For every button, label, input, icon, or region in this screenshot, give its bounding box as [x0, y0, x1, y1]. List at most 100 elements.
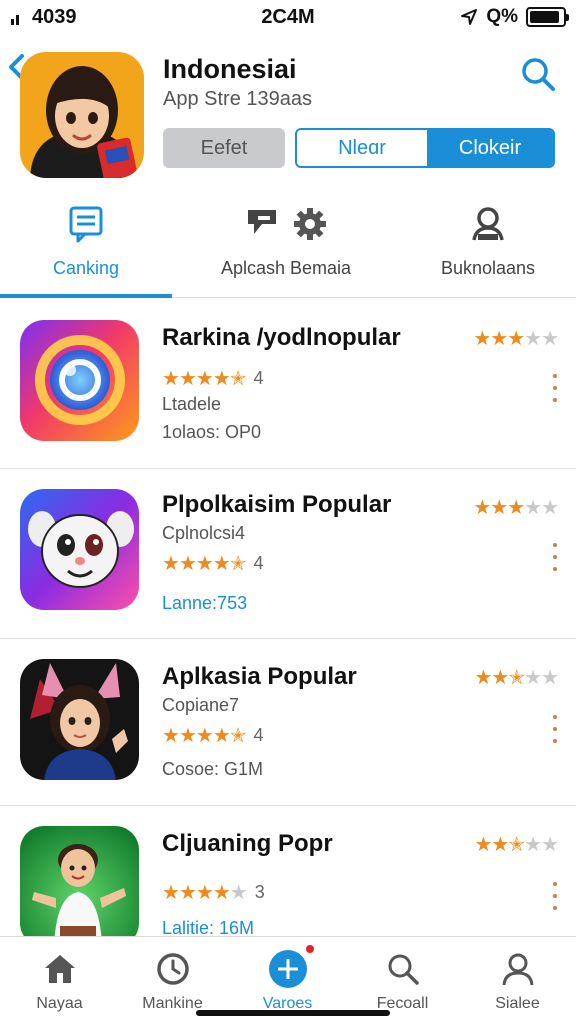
- gray-button[interactable]: Eefet: [163, 128, 285, 168]
- anime-girl-icon: [20, 659, 139, 780]
- clock-icon: [153, 949, 193, 989]
- star-icon: ★: [162, 725, 180, 747]
- nav-label: Sialee: [495, 995, 540, 1012]
- list-item[interactable]: Plpolkaisim Popular ★★★★★ Cplnolcsi4 ★★★…: [0, 469, 576, 639]
- tab-buknolaans[interactable]: Buknolaans: [400, 192, 576, 298]
- star-icon: ★: [473, 497, 491, 519]
- flag-icon: [248, 210, 276, 234]
- plus-icon: [268, 945, 314, 989]
- star-icon: ★: [195, 553, 214, 575]
- star-icon: ★: [524, 328, 542, 350]
- star-icon: ★: [212, 368, 231, 390]
- gear-icon: [294, 208, 326, 240]
- star-icon: ★: [541, 834, 559, 856]
- star-icon: ✭: [229, 725, 247, 747]
- star-icon: ★: [162, 368, 180, 390]
- app-list: Rarkina /yodlnopular ★★★★★ ★★★★✭ 4 Ltade…: [0, 300, 576, 936]
- camera-lens-icon: [20, 320, 139, 441]
- tab-aplikasi[interactable]: Aplcash Bemaia: [186, 192, 386, 298]
- star-rating: ★★★★★: [162, 880, 248, 905]
- battery-icon: [526, 7, 569, 27]
- star-icon: ★: [212, 553, 231, 575]
- search-icon: [383, 949, 423, 989]
- status-left-text: 4039: [32, 6, 77, 28]
- rating: ★★★★✭ 4: [162, 723, 264, 748]
- notification-badge: [305, 945, 314, 953]
- app-category: Copiane7: [162, 695, 240, 715]
- more-icon[interactable]: [550, 543, 560, 571]
- star-icon: ★: [229, 882, 248, 904]
- battery-percent: Q%: [486, 6, 518, 27]
- user-icon: [498, 949, 538, 989]
- list-item[interactable]: Aplkasia Popular ★★✭★★ Copiane7 ★★★★✭ 4 …: [0, 639, 576, 806]
- app-category: Cplnolcsi4: [162, 523, 246, 543]
- star-icon: ★: [195, 725, 214, 747]
- star-icon: ★: [178, 882, 197, 904]
- more-icon[interactable]: [550, 374, 560, 402]
- star-icon: ★: [490, 328, 508, 350]
- star-icon: ★: [474, 667, 492, 689]
- app-icon: [20, 52, 144, 178]
- tab-label: Buknolaans: [440, 258, 536, 278]
- star-icon: ★: [507, 328, 525, 350]
- more-icon[interactable]: [550, 715, 560, 743]
- app-meta: Lalitie: 16M: [162, 918, 255, 936]
- top-stars: ★★✭★★: [474, 665, 559, 690]
- star-icon: ✭: [229, 553, 247, 575]
- star-icon: ★: [162, 553, 180, 575]
- list-item[interactable]: Cljuaning Popr ★★✭★★ ★★★★★ 3 Lalitie: 16…: [0, 806, 576, 936]
- star-icon: ★: [178, 368, 197, 390]
- user-icon: [468, 204, 508, 244]
- tab-label: Canking: [52, 258, 120, 278]
- star-icon: ★: [195, 368, 214, 390]
- app-name: Plpolkaisim Popular: [162, 491, 392, 518]
- tab-ranking[interactable]: Canking: [0, 192, 172, 298]
- star-icon: ★: [178, 553, 197, 575]
- search-button[interactable]: [518, 54, 558, 94]
- avatar-girl-icon: [20, 52, 144, 178]
- star-icon: ★: [490, 497, 508, 519]
- app-name: Aplkasia Popular: [162, 663, 357, 690]
- rating-value: 4: [253, 368, 264, 388]
- cartoon-cat-icon: [20, 489, 139, 610]
- star-icon: ★: [507, 497, 525, 519]
- app-header: Indonesiai App Stre 139aas Eefet Nleɑr C…: [0, 40, 576, 190]
- battery-level: [530, 11, 559, 23]
- top-stars: ★★✭★★: [474, 832, 559, 857]
- star-icon: ★: [474, 834, 492, 856]
- app-meta: 1olaos: OP0: [162, 422, 262, 442]
- top-stars: ★★★★★: [473, 326, 559, 351]
- nav-label: Nayaa: [36, 995, 83, 1012]
- tab-aplikasi-icons: [244, 204, 328, 244]
- top-stars: ★★★★★: [473, 495, 559, 520]
- search-icon: [522, 58, 555, 91]
- app-name: Cljuaning Popr: [162, 830, 333, 857]
- rating: ★★★★★ 3: [162, 880, 265, 905]
- star-icon: ★: [541, 328, 559, 350]
- more-icon[interactable]: [550, 882, 560, 910]
- app-subtitle: App Stre 139aas: [163, 88, 312, 110]
- tab-bar: Canking Aplcash Bemaia Buknolaans: [0, 192, 576, 298]
- segment-option-b[interactable]: Clokeir: [427, 130, 553, 166]
- rating-value: 4: [253, 725, 264, 745]
- star-icon: ★: [524, 834, 542, 856]
- app-meta: Cosoe: G1M: [162, 759, 264, 779]
- star-icon: ★: [541, 667, 559, 689]
- star-icon: ★: [524, 667, 542, 689]
- signal-icon: [11, 14, 19, 25]
- star-icon: ★: [491, 834, 509, 856]
- star-icon: ★: [491, 667, 509, 689]
- star-icon: ★: [162, 882, 180, 904]
- list-item[interactable]: Rarkina /yodlnopular ★★★★★ ★★★★✭ 4 Ltade…: [0, 300, 576, 469]
- document-icon: [66, 204, 106, 244]
- star-icon: ✭: [508, 667, 525, 689]
- nav-profile[interactable]: Sialee: [460, 937, 575, 1024]
- rating-value: 4: [253, 553, 264, 573]
- status-left: 4039: [10, 6, 77, 29]
- home-indicator[interactable]: [196, 1010, 390, 1016]
- tab-indicator: [0, 294, 172, 298]
- status-bar: 4039 2C4M Q%: [0, 0, 576, 36]
- star-rating: ★★★★✭: [162, 366, 247, 391]
- segment-option-a[interactable]: Nleɑr: [297, 130, 427, 166]
- nav-home[interactable]: Nayaa: [2, 937, 117, 1024]
